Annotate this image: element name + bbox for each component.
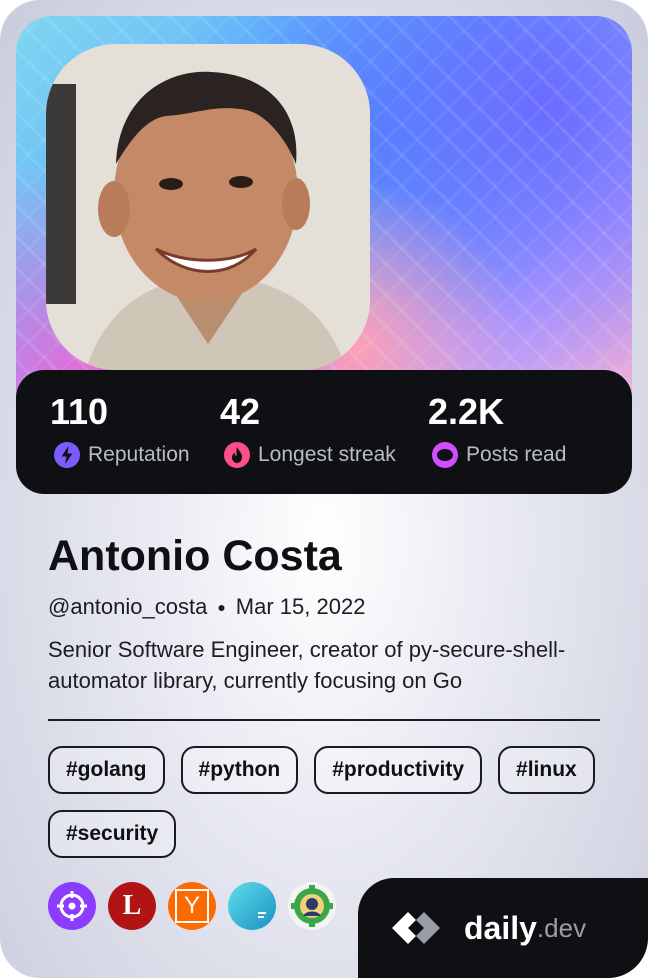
- squad-aqua[interactable]: [228, 882, 276, 930]
- crosshair-icon: [57, 891, 87, 921]
- aqua-icon: [258, 912, 266, 918]
- squad-list: L Y: [48, 882, 336, 930]
- eye-icon: [432, 442, 458, 468]
- stats-bar: 110 Reputation 42 Longest streak 2.2K Po…: [16, 370, 632, 494]
- stat-value: 110: [50, 391, 109, 432]
- tag-golang[interactable]: #golang: [48, 746, 165, 794]
- divider: [48, 719, 600, 721]
- joined-date: Mar 15, 2022: [235, 594, 366, 619]
- profile-handle: @antonio_costa: [48, 594, 208, 619]
- stat-value: 42: [220, 391, 261, 432]
- squad-y[interactable]: Y: [168, 882, 216, 930]
- bolt-icon: [54, 442, 80, 468]
- tag-productivity[interactable]: #productivity: [314, 746, 483, 794]
- letter-y-icon: Y: [175, 889, 209, 923]
- stat-reputation: 110 Reputation: [50, 391, 190, 468]
- profile-name: Antonio Costa: [48, 532, 342, 580]
- squad-gear[interactable]: [288, 882, 336, 930]
- gear-avatar-icon: [291, 885, 333, 927]
- stat-longest-streak: 42 Longest streak: [220, 391, 396, 468]
- flame-icon: [224, 442, 250, 468]
- daily-dev-brand: daily .dev: [358, 878, 648, 978]
- stat-label: Posts read: [466, 443, 567, 466]
- stat-label: Reputation: [88, 443, 190, 466]
- profile-meta: @antonio_costa ● Mar 15, 2022: [48, 594, 365, 620]
- tag-linux[interactable]: #linux: [498, 746, 595, 794]
- profile-bio: Senior Software Engineer, creator of py-…: [48, 637, 566, 693]
- profile-card: 110 Reputation 42 Longest streak 2.2K Po…: [0, 0, 648, 978]
- squad-crosshair[interactable]: [48, 882, 96, 930]
- tag-list: #golang #python #productivity #linux #se…: [48, 746, 608, 858]
- separator-dot: ●: [217, 599, 226, 615]
- tag-python[interactable]: #python: [180, 746, 299, 794]
- tag-security[interactable]: #security: [48, 810, 177, 858]
- avatar-photo: [46, 44, 370, 370]
- daily-dev-logo-icon: [392, 912, 440, 944]
- brand-daily-text: daily: [464, 909, 537, 946]
- squad-l[interactable]: L: [108, 882, 156, 930]
- letter-l-icon: L: [122, 890, 142, 921]
- avatar: [46, 44, 370, 370]
- stat-posts-read: 2.2K Posts read: [428, 391, 566, 468]
- brand-dev-text: .dev: [536, 912, 587, 943]
- stat-label: Longest streak: [258, 443, 396, 466]
- stat-value: 2.2K: [428, 391, 505, 432]
